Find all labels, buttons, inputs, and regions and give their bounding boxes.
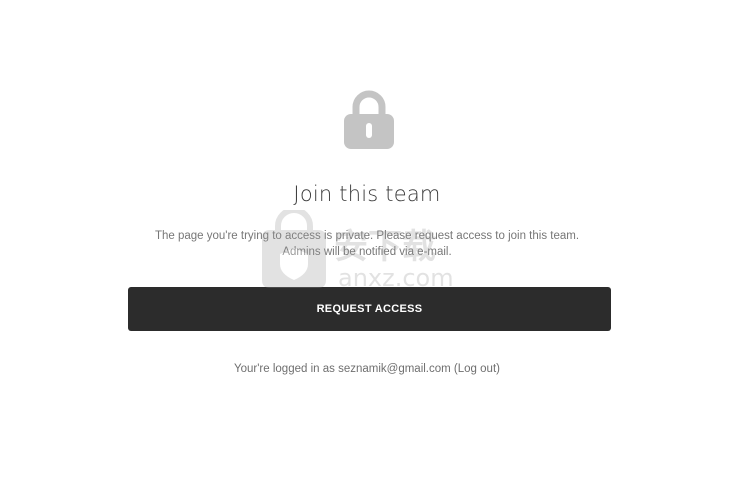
- page-title: Join this team: [293, 182, 441, 206]
- request-access-button[interactable]: REQUEST ACCESS: [128, 287, 611, 331]
- description-line-1: The page you're trying to access is priv…: [154, 230, 580, 242]
- login-email: seznamik@gmail.com: [338, 363, 451, 375]
- login-status: Your're logged in as seznamik@gmail.com …: [0, 363, 734, 375]
- join-team-page: Join this team The page you're trying to…: [0, 0, 734, 502]
- login-prefix: Your're logged in as: [234, 363, 339, 375]
- access-description: The page you're trying to access is priv…: [100, 228, 634, 260]
- description-line-2: Admins will be notified via e-mail.: [282, 246, 452, 258]
- logout-open-paren: (: [450, 363, 458, 375]
- lock-icon: [344, 90, 394, 149]
- logout-close-paren: ): [496, 363, 500, 375]
- logout-link[interactable]: Log out: [458, 363, 496, 375]
